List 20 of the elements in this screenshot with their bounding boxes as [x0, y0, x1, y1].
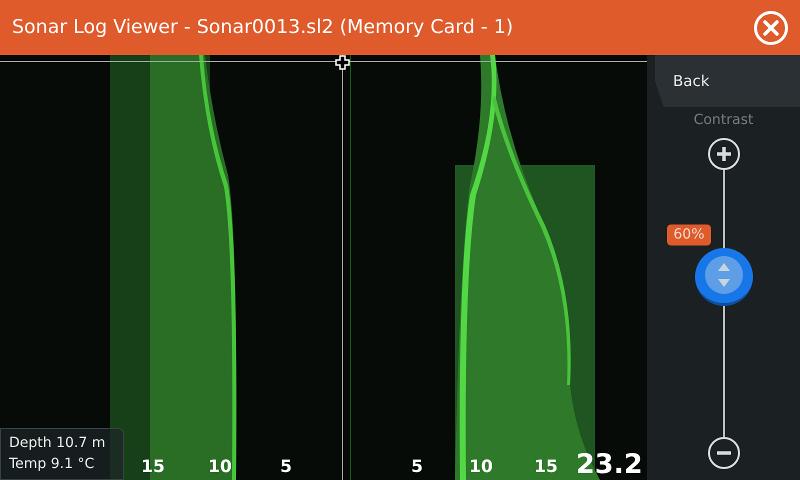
range-scale-label: 15: [534, 459, 558, 476]
contrast-decrease-button[interactable]: [708, 437, 740, 469]
info-reading: Temp 9.1 °C: [9, 455, 96, 474]
close-button[interactable]: [754, 10, 788, 44]
contrast-value-badge: 60%: [667, 224, 710, 246]
range-scale-label: 15: [141, 459, 165, 476]
range-scale-label: 5: [411, 459, 423, 476]
water-temperature-reading: 23.2: [576, 451, 643, 478]
info-reading: Depth 10.7 m: [9, 434, 106, 453]
up-down-arrows-icon: [704, 256, 742, 294]
range-scale-label: 5: [280, 459, 292, 476]
range-scale-label: 10: [208, 459, 232, 476]
close-icon: [763, 20, 779, 36]
window-title: Sonar Log Viewer - Sonar0013.sl2 (Memory Card - 1): [12, 15, 514, 40]
range-scale-label: 10: [469, 459, 493, 476]
cursor-icon: [335, 55, 350, 70]
contrast-increase-button[interactable]: [708, 138, 740, 170]
contrast-label: Contrast: [694, 111, 754, 130]
plus-icon: [716, 146, 732, 162]
back-button[interactable]: Back: [655, 55, 800, 107]
